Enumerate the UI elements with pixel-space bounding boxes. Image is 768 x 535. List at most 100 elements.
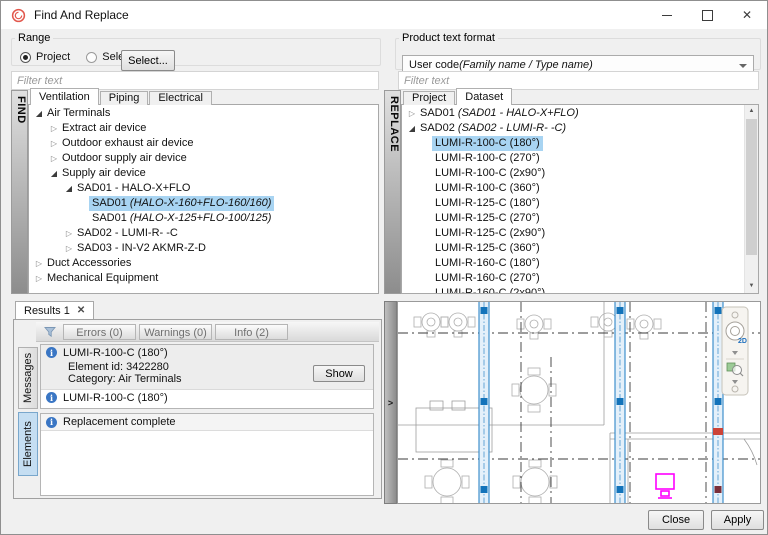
tree-item[interactable]: LUMI-R-125-C (180°) [402,196,745,211]
collapsed-icon[interactable]: ▷ [49,121,59,136]
message-item[interactable]: iLUMI-R-100-C (180°) [41,345,373,360]
show-button[interactable]: Show [313,365,365,382]
product-format-value: User code [409,59,459,71]
results-filter-bar: Errors (0)Warnings (0)Info (2) [36,322,379,342]
tree-item[interactable]: ▷Extract air device [29,121,378,136]
tree-item-label: LUMI-R-125-C (270°) [432,211,543,226]
filter-tab-info[interactable]: Info (2) [215,324,288,340]
filter-tab-errors[interactable]: Errors (0) [63,324,136,340]
tree-item[interactable]: ▷SAD02 - LUMI-R- -C [29,226,378,241]
expanded-icon[interactable]: ◢ [34,106,44,121]
minimize-button[interactable] [647,1,687,29]
tab-piping[interactable]: Piping [100,91,149,105]
tree-item[interactable]: ◢Supply air device [29,166,378,181]
replace-tree: ▷SAD01 (SAD01 - HALO-X+FLO)◢SAD02 (SAD02… [402,106,745,293]
tree-item[interactable]: SAD01 (HALO-X-160+FLO-160/160) [29,196,378,211]
tree-item[interactable]: ▷Outdoor exhaust air device [29,136,378,151]
filter-funnel-icon[interactable] [40,326,60,338]
tree-item[interactable]: LUMI-R-100-C (180°) [402,136,745,151]
tree-item-label: SAD03 - IN-V2 AKMR-Z-D [74,241,209,256]
results-tab[interactable]: Results 1 ✕ [15,301,94,319]
expanded-icon[interactable]: ◢ [407,121,417,136]
expanded-icon[interactable]: ◢ [64,181,74,196]
minimize-icon [662,15,672,16]
expanded-icon[interactable]: ◢ [49,166,59,181]
collapsed-icon[interactable]: ▷ [64,226,74,241]
tree-item[interactable]: ◢Air Terminals [29,106,378,121]
tree-item[interactable]: ▷Mechanical Equipment [29,271,378,286]
tree-item-label: Mechanical Equipment [44,271,161,286]
collapsed-icon[interactable]: ▷ [34,256,44,271]
scroll-down-icon[interactable]: ▼ [745,280,758,293]
tab-project[interactable]: Project [403,91,455,105]
message-item[interactable]: iLUMI-R-100-C (180°) [41,390,373,405]
tree-item-label: LUMI-R-100-C (360°) [432,181,543,196]
collapsed-icon[interactable]: ▷ [64,241,74,256]
find-tree-panel: ◢Air Terminals▷Extract air device▷Outdoo… [28,104,379,294]
tree-item[interactable]: SAD01 (HALO-X-125+FLO-100/125) [29,211,378,226]
close-results-icon[interactable]: ✕ [77,305,85,316]
side-tab-elements[interactable]: Elements [18,412,38,476]
tree-item[interactable]: ▷Outdoor supply air device [29,151,378,166]
collapsed-icon[interactable]: ▷ [34,271,44,286]
tree-item[interactable]: ◢SAD02 (SAD02 - LUMI-R- -C) [402,121,745,136]
tree-item-label: LUMI-R-125-C (180°) [432,196,543,211]
product-text-format-group: Product text format User code (Family na… [395,32,761,70]
scroll-thumb[interactable] [746,119,757,255]
tree-item[interactable]: LUMI-R-160-C (180°) [402,256,745,271]
magenta-equipment-symbol [656,474,674,498]
tree-item-label: Outdoor supply air device [59,151,190,166]
select-button[interactable]: Select... [121,50,175,71]
tree-item-label: SAD02 (SAD02 - LUMI-R- -C) [417,121,569,136]
tree-item[interactable]: LUMI-R-100-C (270°) [402,151,745,166]
filter-tab-warnings[interactable]: Warnings (0) [139,324,212,340]
tree-item[interactable]: ◢SAD01 - HALO-X+FLO [29,181,378,196]
tree-item[interactable]: LUMI-R-125-C (2x90°) [402,226,745,241]
maximize-button[interactable] [687,1,727,29]
tree-item-label: LUMI-R-100-C (270°) [432,151,543,166]
preview-panel: 2D [397,301,761,504]
tree-item[interactable]: LUMI-R-160-C (2x90°) [402,286,745,294]
tree-item-label: LUMI-R-160-C (2x90°) [432,286,548,294]
tree-item-label: LUMI-R-160-C (180°) [432,256,543,271]
preview-collapse-strip[interactable]: > [384,301,397,504]
find-strip-label: FIND [11,90,28,294]
tree-item-label: SAD01 (SAD01 - HALO-X+FLO) [417,106,582,121]
tree-item[interactable]: ▷SAD01 (SAD01 - HALO-X+FLO) [402,106,745,121]
titlebar: Find And Replace ✕ [1,1,767,29]
side-tab-messages[interactable]: Messages [18,347,38,409]
find-tree: ◢Air Terminals▷Extract air device▷Outdoo… [29,106,378,293]
tree-item[interactable]: LUMI-R-100-C (360°) [402,181,745,196]
expand-arrow-icon: > [388,398,393,408]
tree-item[interactable]: LUMI-R-160-C (270°) [402,271,745,286]
tab-dataset[interactable]: Dataset [456,88,512,105]
collapsed-icon[interactable]: ▷ [49,136,59,151]
tree-item-label: Outdoor exhaust air device [59,136,196,151]
tree-item[interactable]: LUMI-R-100-C (2x90°) [402,166,745,181]
product-format-value-italic: (Family name / Type name) [459,59,593,71]
scroll-up-icon[interactable]: ▲ [745,105,758,118]
window-title: Find And Replace [34,8,129,22]
replace-filter-input[interactable] [398,71,759,90]
message-item[interactable]: iReplacement complete [41,414,373,431]
tab-ventilation[interactable]: Ventilation [30,88,99,105]
radio-project[interactable]: Project [20,51,70,63]
collapsed-icon[interactable]: ▷ [49,151,59,166]
tree-item-label: SAD02 - LUMI-R- -C [74,226,181,241]
close-dialog-button[interactable]: Close [648,510,704,530]
tree-item[interactable]: ▷Duct Accessories [29,256,378,271]
tree-item-label: LUMI-R-100-C (180°) [432,136,543,151]
tree-item[interactable]: LUMI-R-125-C (270°) [402,211,745,226]
tab-electrical[interactable]: Electrical [149,91,212,105]
replace-tabs: ProjectDataset [403,89,512,105]
replace-tree-panel: ▷SAD01 (SAD01 - HALO-X+FLO)◢SAD02 (SAD02… [401,104,759,294]
dark-handle [715,486,722,493]
info-icon: i [46,417,57,428]
scrollbar[interactable]: ▲ ▼ [744,105,758,293]
tree-item[interactable]: LUMI-R-125-C (360°) [402,241,745,256]
view-navigation-bar[interactable]: 2D [722,307,748,395]
tree-item[interactable]: ▷SAD03 - IN-V2 AKMR-Z-D [29,241,378,256]
close-window-button[interactable]: ✕ [727,1,767,29]
collapsed-icon[interactable]: ▷ [407,106,417,121]
apply-button[interactable]: Apply [711,510,764,530]
